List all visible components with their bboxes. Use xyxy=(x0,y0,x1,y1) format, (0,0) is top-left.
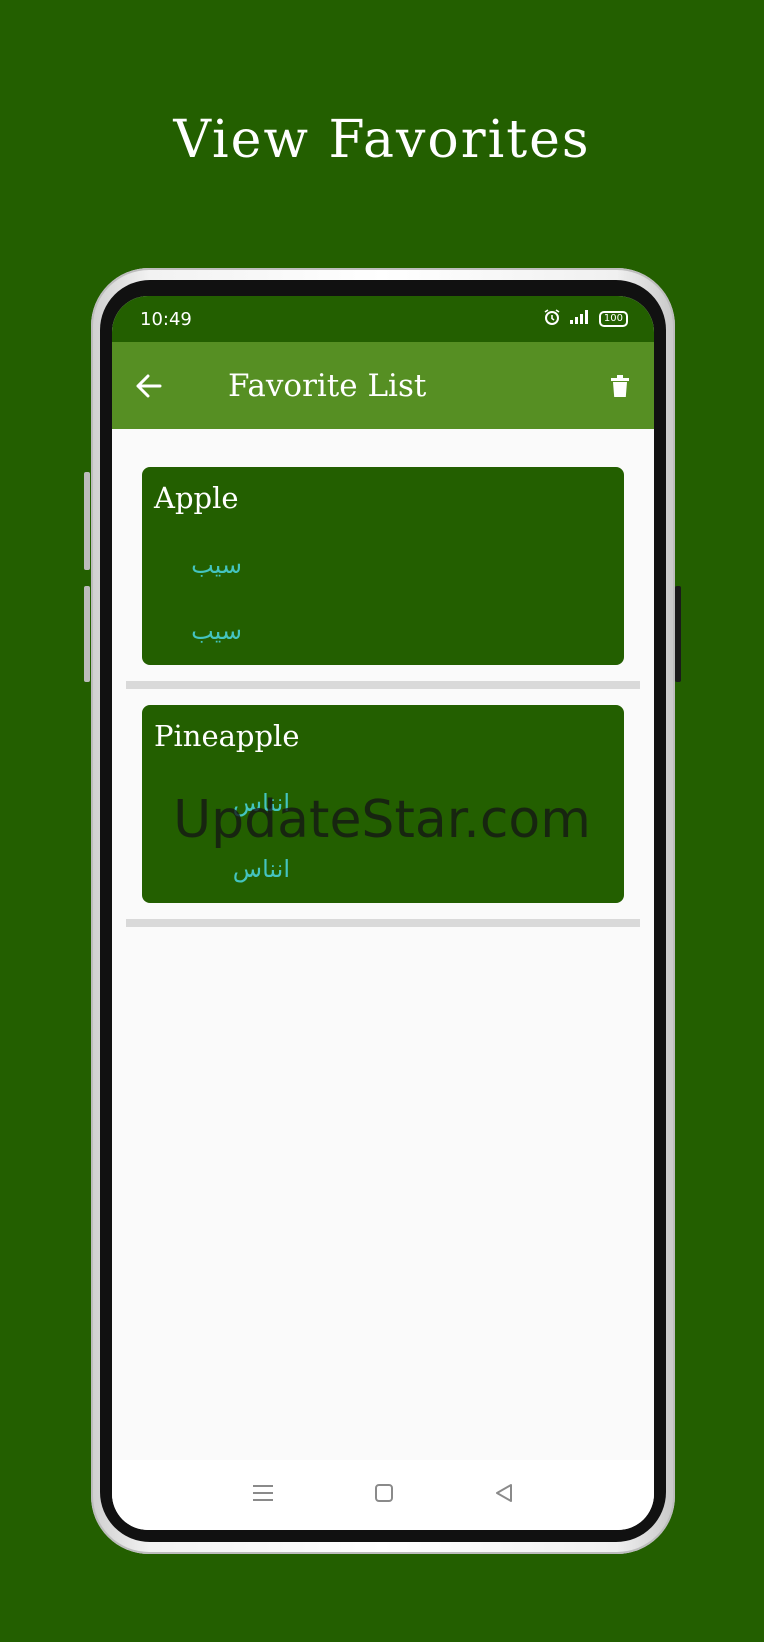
favorite-translation: سیب xyxy=(191,551,242,579)
favorite-card-pineapple[interactable]: Pineapple انناس انناس xyxy=(142,705,624,903)
battery-icon: 100 xyxy=(598,311,628,327)
status-time: 10:49 xyxy=(140,308,192,330)
phone-screen: 10:49 100 Favorite List Apple سیب سیب Pi… xyxy=(112,296,654,1530)
signal-icon xyxy=(569,309,591,330)
promo-title: View Favorites xyxy=(173,110,591,170)
power-button xyxy=(675,586,681,682)
menu-icon[interactable] xyxy=(252,1484,274,1506)
favorite-translation: سیب xyxy=(191,617,242,645)
volume-down-button xyxy=(84,586,90,682)
trash-icon[interactable] xyxy=(604,370,636,402)
favorite-word: Pineapple xyxy=(154,719,300,753)
favorite-word: Apple xyxy=(154,481,239,515)
back-arrow-icon[interactable] xyxy=(130,368,166,404)
volume-up-button xyxy=(84,472,90,570)
list-divider xyxy=(126,681,640,689)
status-icons: 100 xyxy=(543,308,628,331)
home-square-icon[interactable] xyxy=(374,1483,394,1507)
status-bar: 10:49 100 xyxy=(112,296,654,342)
favorite-translation: انناس xyxy=(232,789,290,817)
list-divider xyxy=(126,919,640,927)
favorite-card-apple[interactable]: Apple سیب سیب xyxy=(142,467,624,665)
favorite-translation: انناس xyxy=(232,855,290,883)
system-nav-bar xyxy=(112,1460,654,1530)
app-bar: Favorite List xyxy=(112,342,654,429)
alarm-icon xyxy=(543,308,561,331)
favorites-list: Apple سیب سیب Pineapple انناس انناس xyxy=(112,429,654,927)
page-title: Favorite List xyxy=(228,367,427,404)
back-triangle-icon[interactable] xyxy=(494,1483,514,1507)
